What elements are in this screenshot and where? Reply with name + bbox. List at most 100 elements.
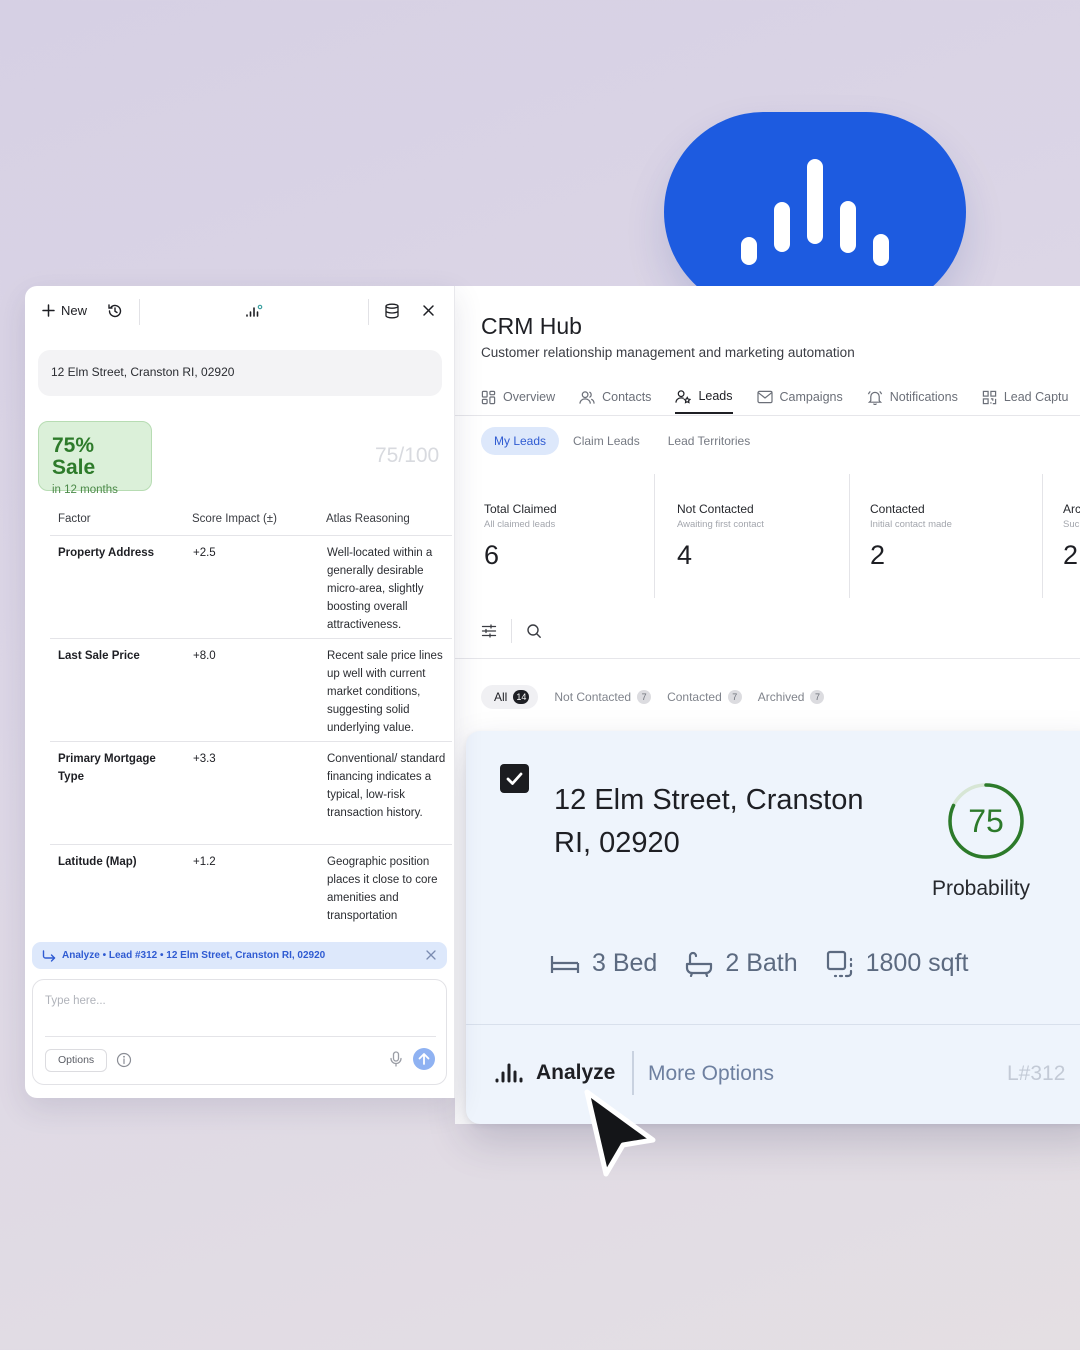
list-toolbar xyxy=(481,618,542,644)
subtab-lead-territories[interactable]: Lead Territories xyxy=(668,427,765,455)
qr-icon xyxy=(982,390,997,404)
stat-divider xyxy=(1042,474,1043,598)
stat-value: 6 xyxy=(484,540,500,570)
filter-label: Not Contacted xyxy=(554,690,632,704)
remove-context-icon[interactable] xyxy=(425,949,437,961)
tab-campaigns[interactable]: Campaigns xyxy=(756,388,843,414)
probability-value: 75 xyxy=(968,803,1004,839)
database-icon[interactable] xyxy=(384,303,400,319)
bell-icon xyxy=(867,390,882,405)
filter-contacted[interactable]: Contacted 7 xyxy=(667,684,742,710)
toolbar-divider xyxy=(511,619,512,643)
new-chat-button[interactable]: New xyxy=(42,303,87,318)
toolbar-divider xyxy=(368,299,369,325)
info-icon[interactable] xyxy=(116,1052,132,1068)
probability-label: Probability xyxy=(932,877,1031,900)
plus-icon xyxy=(42,304,55,317)
tab-overview[interactable]: Overview xyxy=(481,388,555,414)
count-badge: 7 xyxy=(727,690,742,704)
factor-cell: Latitude (Map) xyxy=(58,856,137,868)
context-chip-text: Analyze • Lead #312 • 12 Elm Street, Cra… xyxy=(62,950,326,961)
count-badge: 7 xyxy=(810,690,825,704)
main-tabs: Overview Contacts Leads Campaigns Notifi… xyxy=(481,388,1080,414)
more-options-button[interactable]: More Options xyxy=(648,1062,774,1086)
filter-all[interactable]: All 14 xyxy=(481,685,539,709)
context-chip[interactable]: Analyze • Lead #312 • 12 Elm Street, Cra… xyxy=(32,942,447,969)
mouse-cursor-icon xyxy=(584,1089,656,1177)
tab-notifications[interactable]: Notifications xyxy=(867,388,958,414)
card-footer-divider xyxy=(466,1024,1080,1025)
lead-checkbox[interactable] xyxy=(500,764,529,793)
impact-cell: +8.0 xyxy=(193,650,216,662)
filter-archived[interactable]: Archived 7 xyxy=(758,684,825,710)
table-row: Property Address +2.5 Well-located withi… xyxy=(50,536,452,639)
factor-cell: Primary Mortgage Type xyxy=(58,753,156,783)
sub-tabs: My Leads Claim Leads Lead Territories xyxy=(481,427,764,455)
factor-table: Factor Score Impact (±) Atlas Reasoning … xyxy=(50,508,452,931)
grid-icon xyxy=(481,390,496,404)
bed-icon xyxy=(550,955,580,973)
lead-card[interactable]: 12 Elm Street, Cranston RI, 02920 75 Pro… xyxy=(466,731,1080,1124)
stat-archived[interactable]: Arc Suc 2 xyxy=(1060,474,1080,598)
tab-leads[interactable]: Leads xyxy=(675,388,733,414)
stat-value: 2 xyxy=(870,540,886,570)
stat-total-claimed[interactable]: Total Claimed All claimed leads 6 xyxy=(481,474,671,598)
search-icon[interactable] xyxy=(526,623,542,639)
users-icon xyxy=(579,390,595,404)
close-icon[interactable] xyxy=(422,304,435,317)
checkmark-icon xyxy=(506,772,523,785)
new-label: New xyxy=(61,303,88,318)
message-input[interactable]: Type here... xyxy=(45,995,106,1007)
stat-not-contacted[interactable]: Not Contacted Awaiting first contact 4 xyxy=(674,474,864,598)
stat-hint: Initial contact made xyxy=(870,519,952,530)
beds-text: 3 Bed xyxy=(592,949,658,977)
reasoning-cell: Recent sale price lines up well with cur… xyxy=(327,650,443,734)
count-badge: 14 xyxy=(513,690,530,704)
area-feature: 1800 sqft xyxy=(826,949,969,978)
address-field[interactable]: 12 Elm Street, Cranston RI, 02920 xyxy=(38,350,442,396)
table-row: Latitude (Map) +1.2 Geographic position … xyxy=(50,845,452,931)
subtab-claim-leads[interactable]: Claim Leads xyxy=(573,427,654,455)
tab-lead-capture[interactable]: Lead Captu xyxy=(982,388,1068,414)
analyze-button[interactable]: Analyze xyxy=(494,1061,615,1085)
table-header: Factor Score Impact (±) Atlas Reasoning xyxy=(50,508,452,536)
tabs-divider xyxy=(455,415,1080,416)
column-header: Score Impact (±) xyxy=(192,513,277,525)
stat-hint: Suc xyxy=(1063,519,1080,530)
microphone-icon[interactable] xyxy=(389,1051,403,1067)
stat-value: 2 xyxy=(1063,540,1079,570)
impact-cell: +1.2 xyxy=(193,856,216,868)
options-button[interactable]: Options xyxy=(45,1049,108,1072)
page-subtitle: Customer relationship management and mar… xyxy=(481,345,855,360)
analyze-bars-icon xyxy=(495,1063,523,1083)
column-header: Atlas Reasoning xyxy=(326,513,410,525)
stat-hint: All claimed leads xyxy=(484,519,556,530)
arrow-up-icon xyxy=(418,1053,430,1065)
table-row: Primary Mortgage Type +3.3 Conventional/… xyxy=(50,742,452,845)
stat-label: Total Claimed xyxy=(484,502,557,516)
sale-timeframe: in 12 months xyxy=(52,484,118,496)
column-header: Factor xyxy=(58,513,91,525)
table-row: Last Sale Price +8.0 Recent sale price l… xyxy=(50,639,452,742)
subtab-my-leads[interactable]: My Leads xyxy=(481,427,560,455)
tab-contacts[interactable]: Contacts xyxy=(579,388,651,414)
stat-divider xyxy=(849,474,850,598)
reasoning-cell: Well-located within a generally desirabl… xyxy=(327,547,433,631)
filter-sliders-icon[interactable] xyxy=(481,623,497,639)
filter-not-contacted[interactable]: Not Contacted 7 xyxy=(554,684,652,710)
analyze-label: Analyze xyxy=(536,1061,616,1084)
sale-headline: 75% Sale xyxy=(52,434,96,479)
tab-label: Notifications xyxy=(889,390,958,404)
history-icon[interactable] xyxy=(107,303,123,319)
property-features: 3 Bed 2 Bath 1800 sqft xyxy=(550,949,968,978)
tab-label: Campaigns xyxy=(779,390,843,404)
tab-label: Overview xyxy=(503,390,556,404)
composer-divider xyxy=(45,1036,436,1037)
reasoning-cell: Conventional/ standard financing indicat… xyxy=(327,753,446,819)
user-star-icon xyxy=(675,389,692,404)
stat-contacted[interactable]: Contacted Initial contact made 2 xyxy=(867,474,1057,598)
factor-cell: Property Address xyxy=(58,547,155,559)
area-text: 1800 sqft xyxy=(865,949,969,977)
send-button[interactable] xyxy=(413,1048,435,1070)
bars-logo-icon xyxy=(741,159,889,266)
